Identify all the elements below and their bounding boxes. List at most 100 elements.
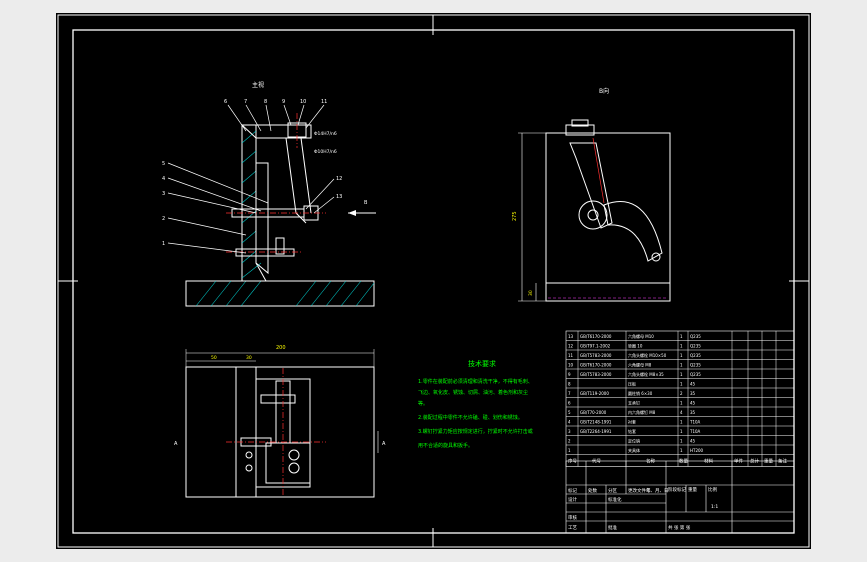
bom-cell-qty: 1 xyxy=(680,401,683,406)
bom-cell-qty: 2 xyxy=(680,391,683,396)
bill-of-materials: 13 GB/T6170-2000 六角螺母 M10 1 Q23512 GB/T97.1-2… xyxy=(565,330,795,467)
bom-cell-name: 内六角螺钉 M8 xyxy=(628,409,656,415)
dim-side-height: 275 xyxy=(512,211,518,221)
balloon-8: 8 xyxy=(264,99,267,105)
bom-cell-name: 圆柱销 6×30 xyxy=(628,390,653,396)
bom-cell-code: GB/T70-2000 xyxy=(580,410,607,415)
balloon-4: 4 xyxy=(162,176,165,182)
tb-std: 标准化 xyxy=(608,496,622,503)
bom-cell-mat: HT200 xyxy=(690,448,704,453)
bom-cell-mat: 35 xyxy=(690,410,696,415)
bom-cell-code: GB/T2264-1991 xyxy=(580,429,612,434)
bom-cell-no: 13 xyxy=(568,334,574,339)
bom-cell-no: 11 xyxy=(568,353,574,358)
bom-cell-mat: 35 xyxy=(690,391,696,396)
bom-cell-mat: 45 xyxy=(690,401,696,406)
bom-cell-name: 垫圈 10 xyxy=(628,343,643,349)
bom-cell-mat: Q235 xyxy=(690,344,701,349)
notes-line-3: 等。 xyxy=(418,400,428,407)
balloon-10: 10 xyxy=(300,99,306,105)
notes-line-2: 飞边、氧化皮、锈蚀、切屑、油污、着色剂和灰尘 xyxy=(418,389,528,396)
top-clamp-block xyxy=(265,442,311,484)
tb-ratio: 1:1 xyxy=(711,504,718,510)
bom-cell-no: 4 xyxy=(568,420,571,425)
fit-callout-2: Φ10H7/n6 xyxy=(314,149,337,155)
tb-process: 工艺 xyxy=(568,525,577,531)
bom-cell-name: 六角头螺栓 M10×50 xyxy=(628,352,667,358)
bom-cell-mat: T10A xyxy=(689,429,701,434)
tb-date: 年、月、日 xyxy=(646,487,669,494)
tb-stage: 阶段标记 xyxy=(668,486,686,493)
drawing-frame xyxy=(72,29,795,534)
tb-review: 审核 xyxy=(568,514,577,521)
notes-line-5: 3.螺钉拧紧力矩应按规定进行，拧紧时不允许打击或 xyxy=(418,428,533,435)
bom-cell-code: GB/T6170-2000 xyxy=(580,363,612,368)
side-view: B向 275 30 xyxy=(512,87,671,302)
support-pin xyxy=(275,237,285,255)
centering-marks xyxy=(58,15,809,547)
bom-cell-name: 六角头螺栓 M8×35 xyxy=(628,371,664,377)
bom-cell-no: 6 xyxy=(568,401,571,406)
tb-mark: 标记 xyxy=(568,487,577,494)
bom-cell-mat: Q235 xyxy=(690,363,701,368)
bom-cell-code: GB/T97.1-2002 xyxy=(580,344,611,349)
bom-cell-no: 1 xyxy=(568,448,571,453)
balloon-3: 3 xyxy=(162,191,165,197)
bom-cell-code: GB/T5783-2000 xyxy=(580,372,612,377)
notes-line-6: 用不合适的旋具和扳手。 xyxy=(418,442,473,449)
top-view: 200 50 30 A A xyxy=(174,345,386,498)
balloon-6: 6 xyxy=(224,99,227,105)
title-block-text: 标记 处数 分区 更改文件号 年、月、日 设计 标准化 审核 工艺 批准 阶段标… xyxy=(568,486,718,531)
tb-count: 处数 xyxy=(588,487,597,494)
bom-cell-code: GB/T6170-2000 xyxy=(580,334,612,339)
section-label-left: A xyxy=(174,441,178,447)
bom-cell-qty: 1 xyxy=(680,448,683,453)
tb-sheets: 共 张 第 张 xyxy=(668,524,691,531)
bom-cell-name: 六角螺母 M10 xyxy=(628,333,654,339)
bom-cell-qty: 1 xyxy=(680,439,683,444)
bom-cell-qty: 1 xyxy=(680,429,683,434)
balloon-2: 2 xyxy=(162,216,165,222)
tb-zone: 分区 xyxy=(608,487,617,494)
bom-cell-qty: 1 xyxy=(680,353,683,358)
notes-title: 技术要求 xyxy=(468,359,496,368)
balloon-5: 5 xyxy=(162,161,165,167)
bom-cell-qty: 1 xyxy=(680,363,683,368)
tb-weight: 重量 xyxy=(688,486,697,493)
bom-cell-code: GB/T2148-1991 xyxy=(580,420,612,425)
dim-left-offset: 50 xyxy=(211,355,217,361)
bom-cell-no: 3 xyxy=(568,429,571,434)
bom-cell-name: 夹具体 xyxy=(628,447,640,453)
bom-cell-qty: 1 xyxy=(680,334,683,339)
side-body xyxy=(545,132,671,302)
technical-notes: 技术要求 1.零件在装配前必须清理和清洗干净，不得有毛刺、 飞边、氧化皮、锈蚀、… xyxy=(418,359,533,449)
section-label-right: A xyxy=(382,441,386,447)
bom-cell-mat: Q235 xyxy=(690,372,701,377)
balloon-12: 12 xyxy=(336,176,342,182)
dim-overall-width: 200 xyxy=(276,345,286,351)
tb-design: 设计 xyxy=(568,496,577,503)
main-view-title: 主视 xyxy=(252,81,264,89)
top-arm xyxy=(240,124,312,139)
title-block xyxy=(565,460,795,534)
notes-line-1: 1.零件在装配前必须清理和清洗干净，不得有毛刺、 xyxy=(418,378,533,385)
drawing-sheet: 主视 Φ14H7/n6 Φ10H7/n6 1 2 3 4 5 6 7 8 9 1… xyxy=(56,13,811,549)
sheet-border xyxy=(57,14,810,548)
bom-cell-name: 六角螺母 M8 xyxy=(628,362,652,368)
bom-cell-code: GB/T5783-2000 xyxy=(580,353,612,358)
balloon-labels: 1 2 3 4 5 6 7 8 9 10 11 12 13 xyxy=(162,99,342,247)
drawing-canvas: 主视 Φ14H7/n6 Φ10H7/n6 1 2 3 4 5 6 7 8 9 1… xyxy=(57,14,810,548)
bom-cell-mat: Q235 xyxy=(690,353,701,358)
side-view-title: B向 xyxy=(599,87,609,95)
bom-cell-no: 8 xyxy=(568,382,571,387)
bom-cell-qty: 1 xyxy=(680,344,683,349)
notes-line-4: 2.装配过程中零件不允许磕、碰、划伤和锈蚀。 xyxy=(418,414,523,421)
bom-cell-name: 衬套 xyxy=(628,419,636,425)
column-outline xyxy=(241,124,267,282)
bom-cell-qty: 4 xyxy=(680,410,683,415)
balloon-11: 11 xyxy=(321,99,327,105)
bom-cell-no: 5 xyxy=(568,410,571,415)
fit-callout-1: Φ14H7/n6 xyxy=(314,131,337,137)
bom-cell-mat: 45 xyxy=(690,439,696,444)
bom-cell-no: 9 xyxy=(568,372,571,377)
